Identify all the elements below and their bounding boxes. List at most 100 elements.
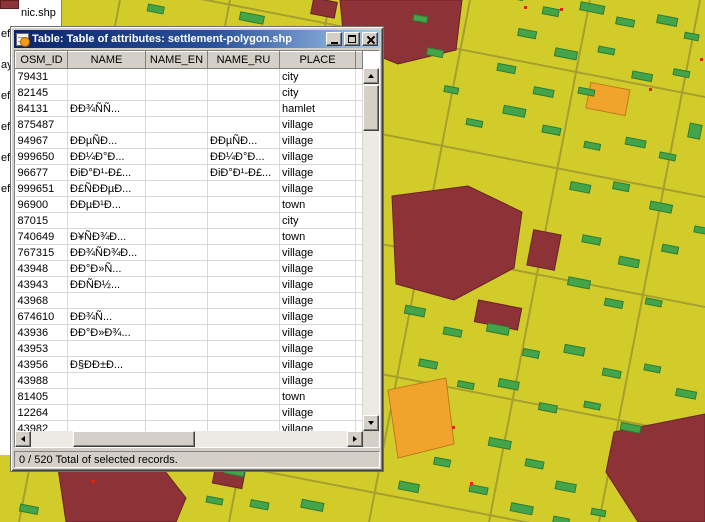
table-cell[interactable] bbox=[146, 117, 208, 133]
table-cell[interactable]: 740649 bbox=[16, 229, 68, 245]
table-cell[interactable] bbox=[68, 373, 146, 389]
table-cell[interactable] bbox=[208, 309, 280, 325]
table-cell[interactable]: ÐiÐ°Ð¹-Ð£... bbox=[208, 165, 280, 181]
horizontal-scroll-thumb[interactable] bbox=[73, 431, 195, 447]
table-cell[interactable] bbox=[68, 213, 146, 229]
table-cell[interactable] bbox=[208, 245, 280, 261]
maximize-button[interactable] bbox=[344, 32, 360, 46]
table-cell[interactable] bbox=[68, 117, 146, 133]
table-cell[interactable]: 82145 bbox=[16, 85, 68, 101]
table-cell[interactable] bbox=[146, 357, 208, 373]
horizontal-scrollbar[interactable] bbox=[15, 431, 363, 447]
table-row[interactable]: 43943 ÐÐÑÐ½... village bbox=[16, 277, 363, 293]
table-cell[interactable] bbox=[68, 341, 146, 357]
table-cell[interactable] bbox=[68, 421, 146, 432]
table-cell[interactable]: 96677 bbox=[16, 165, 68, 181]
minimize-button[interactable] bbox=[326, 32, 342, 46]
table-cell[interactable] bbox=[208, 197, 280, 213]
table-cell[interactable]: ÐÐµÐ¹Ð... bbox=[68, 197, 146, 213]
table-row[interactable]: 43988 village bbox=[16, 373, 363, 389]
table-cell[interactable]: 674610 bbox=[16, 309, 68, 325]
table-cell[interactable]: 84131 bbox=[16, 101, 68, 117]
vertical-scrollbar[interactable] bbox=[363, 68, 379, 431]
table-cell[interactable]: ÐÐÑÐ½... bbox=[68, 277, 146, 293]
table-cell[interactable]: 43982 bbox=[16, 421, 68, 432]
table-cell[interactable] bbox=[146, 341, 208, 357]
table-row[interactable]: 96677 ÐiÐ°Ð¹-Ð£... ÐiÐ°Ð¹-Ð£... village bbox=[16, 165, 363, 181]
table-cell[interactable]: Ð§ÐÐ±Ð... bbox=[68, 357, 146, 373]
table-cell[interactable]: 79431 bbox=[16, 69, 68, 85]
table-cell[interactable]: village bbox=[280, 405, 356, 421]
table-cell[interactable]: village bbox=[280, 245, 356, 261]
table-cell[interactable] bbox=[146, 165, 208, 181]
table-cell[interactable]: 999651 bbox=[16, 181, 68, 197]
table-cell[interactable] bbox=[68, 405, 146, 421]
table-cell[interactable]: town bbox=[280, 197, 356, 213]
table-row[interactable]: 12264 village bbox=[16, 405, 363, 421]
table-cell[interactable] bbox=[208, 389, 280, 405]
table-cell[interactable]: village bbox=[280, 181, 356, 197]
table-cell[interactable]: 12264 bbox=[16, 405, 68, 421]
table-cell[interactable]: ÐÐµÑÐ... bbox=[68, 133, 146, 149]
table-cell[interactable] bbox=[208, 85, 280, 101]
table-cell[interactable] bbox=[146, 149, 208, 165]
close-button[interactable] bbox=[362, 32, 378, 46]
table-cell[interactable]: ÐÐ¾ÑÐ¾Ð... bbox=[68, 245, 146, 261]
table-cell[interactable]: 43936 bbox=[16, 325, 68, 341]
table-cell[interactable] bbox=[208, 357, 280, 373]
table-cell[interactable] bbox=[208, 405, 280, 421]
table-row[interactable]: 999650 ÐÐ¼Ð°Ð... ÐÐ¼Ð°Ð... village bbox=[16, 149, 363, 165]
table-cell[interactable] bbox=[146, 309, 208, 325]
scroll-left-button[interactable] bbox=[15, 431, 31, 447]
table-row[interactable]: 82145 city bbox=[16, 85, 363, 101]
table-cell[interactable]: 875487 bbox=[16, 117, 68, 133]
table-cell[interactable]: village bbox=[280, 341, 356, 357]
table-cell[interactable]: village bbox=[280, 293, 356, 309]
table-cell[interactable]: ÐÐ¾Ñ... bbox=[68, 309, 146, 325]
table-row[interactable]: 43936 ÐÐ°Ð»Ð¾... village bbox=[16, 325, 363, 341]
table-cell[interactable]: 43968 bbox=[16, 293, 68, 309]
table-cell[interactable] bbox=[68, 85, 146, 101]
table-cell[interactable] bbox=[146, 373, 208, 389]
table-cell[interactable]: village bbox=[280, 277, 356, 293]
table-row[interactable]: 43968 village bbox=[16, 293, 363, 309]
table-cell[interactable]: 81405 bbox=[16, 389, 68, 405]
table-cell[interactable]: town bbox=[280, 229, 356, 245]
vertical-scroll-thumb[interactable] bbox=[363, 85, 379, 131]
table-cell[interactable] bbox=[208, 101, 280, 117]
table-cell[interactable] bbox=[146, 389, 208, 405]
table-cell[interactable] bbox=[146, 181, 208, 197]
table-cell[interactable] bbox=[146, 85, 208, 101]
table-cell[interactable] bbox=[146, 101, 208, 117]
table-cell[interactable]: 43953 bbox=[16, 341, 68, 357]
scroll-down-button[interactable] bbox=[363, 415, 379, 431]
table-cell[interactable] bbox=[208, 341, 280, 357]
table-row[interactable]: 43948 ÐÐ°Ð»Ñ... village bbox=[16, 261, 363, 277]
table-cell[interactable]: ÐÐ°Ð»Ñ... bbox=[68, 261, 146, 277]
table-cell[interactable]: hamlet bbox=[280, 101, 356, 117]
table-cell[interactable]: village bbox=[280, 421, 356, 432]
window-titlebar[interactable]: Table: Table of attributes: settlement-p… bbox=[14, 30, 380, 48]
table-cell[interactable] bbox=[208, 373, 280, 389]
table-cell[interactable] bbox=[208, 181, 280, 197]
table-cell[interactable]: village bbox=[280, 165, 356, 181]
column-header[interactable]: NAME_EN bbox=[146, 52, 208, 69]
table-cell[interactable]: 767315 bbox=[16, 245, 68, 261]
table-cell[interactable] bbox=[208, 69, 280, 85]
table-row[interactable]: 999651 Ð£ÑÐÐµÐ... village bbox=[16, 181, 363, 197]
column-header[interactable]: NAME bbox=[68, 52, 146, 69]
table-row[interactable]: 43982 village bbox=[16, 421, 363, 432]
table-cell[interactable] bbox=[146, 229, 208, 245]
column-header[interactable]: NAME_RU bbox=[208, 52, 280, 69]
table-cell[interactable]: village bbox=[280, 149, 356, 165]
table-cell[interactable]: ÐÐ¼Ð°Ð... bbox=[208, 149, 280, 165]
table-cell[interactable]: village bbox=[280, 309, 356, 325]
table-cell[interactable] bbox=[146, 213, 208, 229]
table-cell[interactable]: 87015 bbox=[16, 213, 68, 229]
table-row[interactable]: 43953 village bbox=[16, 341, 363, 357]
table-cell[interactable] bbox=[208, 261, 280, 277]
scroll-up-button[interactable] bbox=[363, 68, 379, 84]
table-cell[interactable] bbox=[208, 117, 280, 133]
table-cell[interactable]: village bbox=[280, 373, 356, 389]
table-cell[interactable]: city bbox=[280, 85, 356, 101]
